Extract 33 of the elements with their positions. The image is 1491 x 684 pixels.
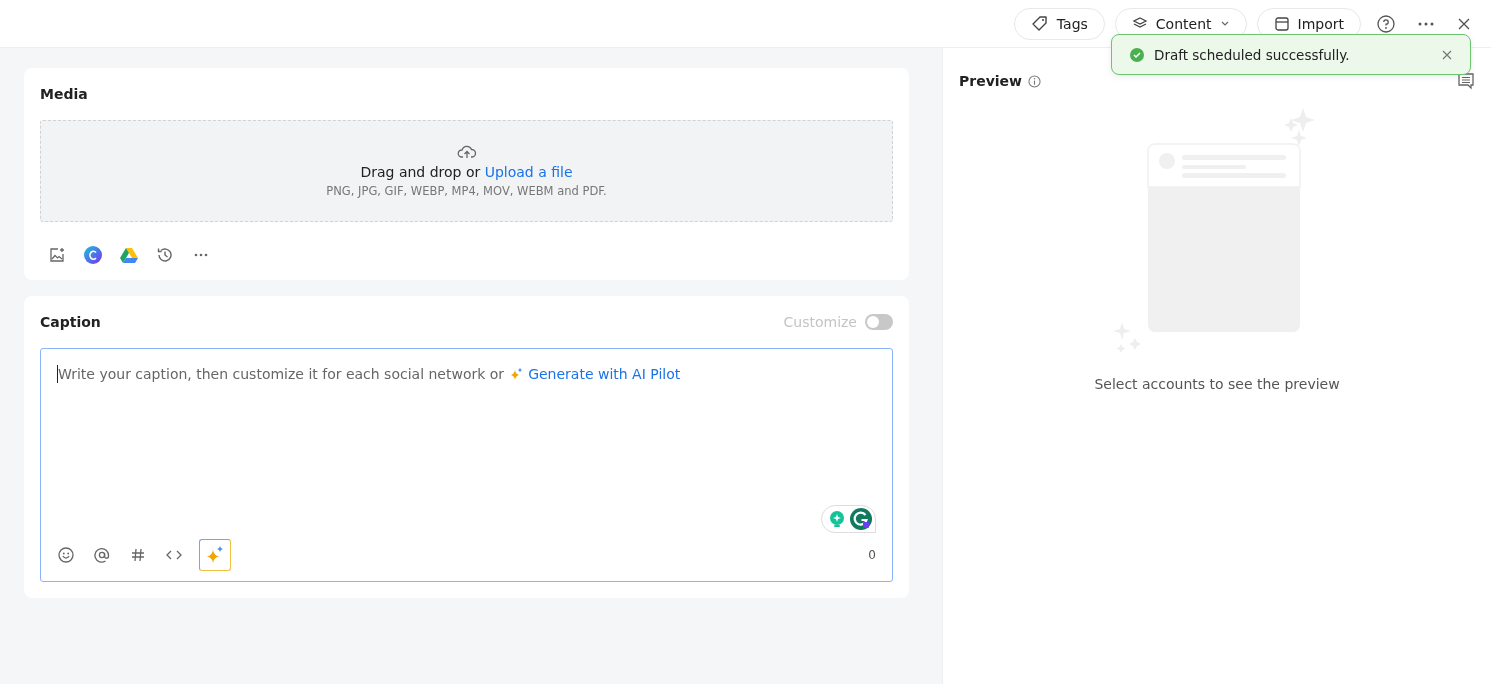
mention-icon[interactable] (93, 546, 111, 564)
caption-field[interactable]: Write your caption, then customize it for each social network or Generate with AI Pilot 0 (40, 348, 893, 582)
section-title: Media (40, 86, 89, 102)
hashtag-icon[interactable] (129, 546, 147, 564)
sparkle-icon (509, 367, 524, 381)
preview-title: Preview (959, 73, 1022, 89)
dropzone-text: Drag and drop or (360, 164, 481, 180)
close-icon[interactable] (1442, 49, 1452, 60)
section-title: Caption (40, 314, 101, 330)
add-image-icon[interactable] (48, 246, 66, 264)
toast-message: Draft scheduled successfully. (1154, 46, 1351, 63)
tag-icon (1030, 14, 1049, 33)
help-icon[interactable] (1376, 13, 1396, 34)
drive-icon[interactable] (120, 247, 138, 263)
dropzone[interactable]: Drag and drop or Upload a file PNG, JPG, GIF, WEBP, MP4, MOV, WEBM and PDF. (40, 120, 893, 222)
upload-link[interactable]: Upload a file (484, 164, 573, 180)
caption-placeholder: Write your caption, then customize it for each social network or (58, 366, 505, 382)
customize-label: Customize (783, 314, 857, 330)
grammarly-icon[interactable] (850, 508, 872, 530)
info-icon[interactable] (1028, 74, 1041, 88)
ai-generate-link[interactable]: Generate with AI Pilot (528, 366, 681, 382)
cloud-upload-icon (456, 144, 477, 160)
check-circle-icon (1130, 47, 1144, 62)
character-count: 0 (868, 548, 876, 562)
grammarly-widget[interactable] (821, 505, 876, 533)
formats-text: PNG, JPG, GIF, WEBP, MP4, MOV, WEBM and PDF. (326, 184, 607, 198)
emoji-icon[interactable] (57, 546, 75, 564)
canva-icon[interactable] (84, 246, 102, 264)
comment-icon[interactable] (1457, 72, 1475, 90)
import-icon (1273, 15, 1290, 32)
empty-preview-text: Select accounts to see the preview (1094, 376, 1340, 392)
tags-button[interactable]: Tags (1013, 7, 1105, 40)
history-icon[interactable] (156, 246, 174, 264)
